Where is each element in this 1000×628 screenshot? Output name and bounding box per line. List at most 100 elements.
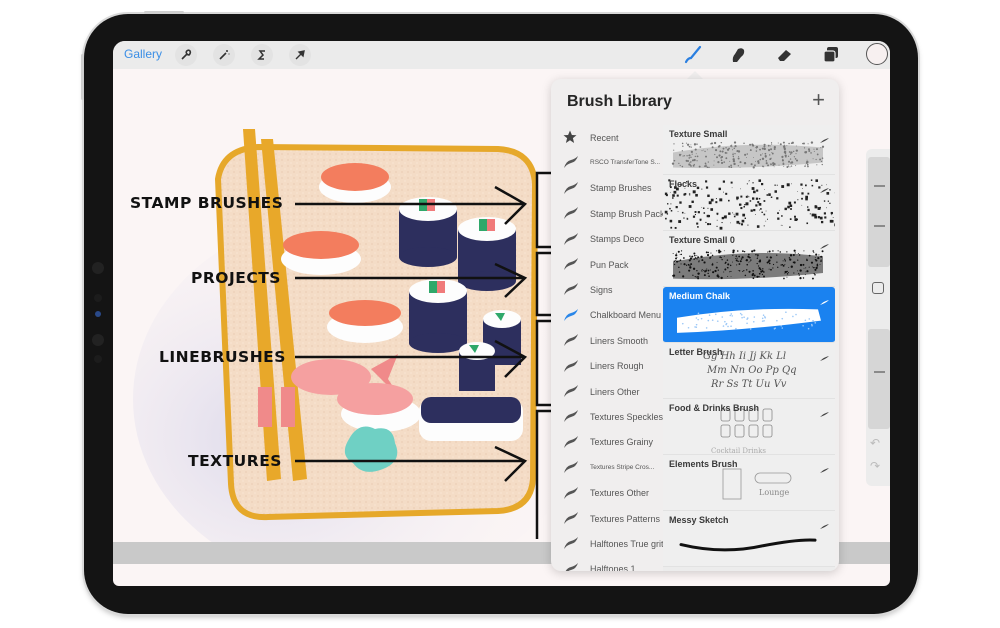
add-brush-set-button[interactable]: + [812, 89, 825, 111]
arrow-cursor-icon[interactable] [289, 44, 311, 66]
brush-size-handle[interactable] [874, 185, 885, 187]
brush-name: Food & Drinks Brush [669, 403, 760, 413]
brush-set-label: Recent [590, 132, 619, 143]
brush-stroke-icon [563, 384, 579, 398]
sensor-icon [94, 355, 102, 363]
eraser-icon[interactable] [773, 43, 797, 67]
sensor-icon [94, 294, 102, 302]
brush-stroke-icon [563, 333, 579, 347]
brush-set-label: Textures Other [590, 488, 650, 499]
brush-stroke-icon [820, 180, 829, 193]
brush-size-handle-secondary[interactable] [874, 225, 885, 227]
brush-set-label: Stamp Brushes [590, 183, 652, 194]
brush-set-item[interactable]: Recent [551, 125, 663, 150]
brush-set-item[interactable]: Textures Speckles [551, 404, 663, 429]
undo-icon[interactable]: ↶ [870, 436, 880, 450]
opacity-slider[interactable] [868, 329, 890, 429]
gunkan-nori [421, 397, 521, 423]
brush-item[interactable]: Lounge Elements Brush [663, 455, 835, 511]
side-controls: ↶ ↷ [866, 149, 890, 486]
layers-icon[interactable] [819, 43, 843, 67]
brush-set-label: Textures Speckles [590, 411, 664, 422]
brush-set-label: Liners Other [590, 386, 640, 397]
brush-icon[interactable] [681, 43, 705, 67]
brush-set-item[interactable]: Textures Grainy [551, 430, 663, 455]
top-toolbar: Gallery [113, 41, 890, 69]
maki-roll [459, 342, 495, 391]
brush-stroke-icon [563, 435, 579, 449]
smudge-finger-icon[interactable] [727, 43, 751, 67]
brush-stroke-icon [563, 181, 579, 195]
magic-wand-icon[interactable] [213, 44, 235, 66]
gallery-button[interactable]: Gallery [124, 47, 162, 61]
brush-stroke-icon [563, 460, 579, 474]
brush-item[interactable]: Messy Sketch [663, 511, 835, 567]
brush-stroke-icon [820, 292, 829, 305]
brush-set-item[interactable]: RSCO TransferTone S... [551, 150, 663, 175]
brush-set-item[interactable]: Stamp Brushes [551, 176, 663, 201]
brush-set-label: Stamps Deco [590, 234, 645, 245]
svg-text:Cocktail Drinks: Cocktail Drinks [711, 447, 766, 455]
brush-set-label: Textures Stripe Cros... [590, 464, 655, 472]
brush-stroke-icon [820, 460, 829, 473]
brush-set-item[interactable]: Stamp Brush Pack [551, 201, 665, 226]
chopstick-band [258, 387, 272, 427]
brush-stroke-icon [563, 536, 579, 550]
brush-stroke-icon [563, 359, 579, 373]
brush-set-item[interactable]: Halftones 1 [551, 557, 663, 571]
brush-set-item[interactable]: Textures Other [551, 481, 663, 506]
brush-set-label: Pun Pack [590, 259, 629, 270]
brush-set-item[interactable]: Pun Pack [551, 252, 663, 277]
brush-set-item[interactable]: Textures Patterns [551, 506, 663, 531]
power-button [144, 11, 184, 14]
brush-set-label: Liners Smooth [590, 335, 649, 346]
selection-s-icon[interactable] [251, 44, 273, 66]
brush-item[interactable]: Medium Chalk [663, 287, 835, 343]
brush-set-label: Textures Patterns [590, 513, 661, 524]
brush-stroke-icon [563, 308, 579, 322]
brush-stroke-icon [563, 257, 579, 271]
brush-stroke-icon [563, 409, 579, 423]
brush-sets-list[interactable]: Recent RSCO TransferTone S... Stamp Brushe… [551, 125, 665, 571]
brush-item[interactable]: Cocktail Drinks Food & Drinks Brush [663, 399, 835, 455]
opacity-handle[interactable] [874, 371, 885, 373]
brush-set-item[interactable]: Chalkboard Menu [551, 303, 663, 328]
brush-set-item[interactable]: Liners Other [551, 379, 663, 404]
brush-stroke-icon [820, 404, 829, 417]
salmon-nigiri [329, 300, 401, 326]
modify-button-square-icon[interactable] [872, 282, 884, 294]
brush-stroke-icon [820, 236, 829, 249]
brush-stroke-icon [563, 232, 579, 246]
brush-set-item[interactable]: Stamps Deco [551, 227, 663, 252]
brush-name: Flecks [669, 179, 698, 189]
brush-item[interactable]: Gg Hh Ii Jj Kk Ll Mm Nn Oo Pp Qq Rr Ss Tt … [663, 343, 835, 399]
brush-set-label: Halftones 1 [590, 564, 636, 571]
brush-set-label: RSCO TransferTone S... [590, 159, 661, 167]
camera-icon [92, 334, 104, 346]
brush-library-panel: Brush Library + Recent RSCO TransferTone … [551, 79, 839, 571]
wrench-icon[interactable] [175, 44, 197, 66]
salmon-nigiri [283, 231, 359, 259]
brush-stroke-icon [563, 206, 579, 220]
camera-icon [92, 262, 104, 274]
redo-icon[interactable]: ↷ [870, 459, 880, 473]
brush-item[interactable]: Texture Small [663, 125, 835, 175]
brush-item[interactable]: Texture Small 0 [663, 231, 835, 287]
brush-item[interactable]: Flecks [663, 175, 835, 231]
brush-stroke-icon [563, 562, 579, 571]
brush-set-label: Halftones True grit [590, 538, 664, 549]
brush-set-item[interactable]: Halftones True grit [551, 531, 664, 556]
brush-set-item[interactable]: Liners Rough [551, 354, 663, 379]
brush-set-label: Stamp Brush Pack [590, 208, 665, 219]
brush-stroke-icon [820, 348, 829, 361]
brush-stroke-icon [820, 130, 829, 143]
brushes-list[interactable]: Texture Small Flecks Texture Small 0 Medium… [663, 125, 835, 571]
brush-set-item[interactable]: Signs [551, 277, 663, 302]
shrimp-nigiri [337, 383, 413, 415]
brush-set-item[interactable]: Liners Smooth [551, 328, 663, 353]
annotation-linebrushes: LINEBRUSHES [159, 348, 286, 366]
panel-pointer [687, 71, 703, 79]
brush-size-slider[interactable] [868, 157, 890, 267]
brush-set-item[interactable]: Textures Stripe Cros... [551, 455, 663, 480]
color-picker-button[interactable] [866, 43, 888, 65]
